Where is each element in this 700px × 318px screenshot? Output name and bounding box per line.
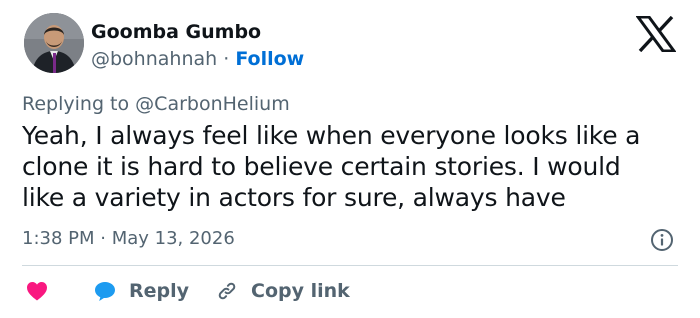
tweet-text: Yeah, I always feel like when everyone l… <box>22 120 682 213</box>
reply-button[interactable]: Reply <box>93 277 189 305</box>
avatar[interactable] <box>24 13 84 73</box>
follow-link[interactable]: Follow <box>235 48 304 70</box>
divider <box>22 265 678 266</box>
copy-link-label: Copy link <box>251 280 350 302</box>
copy-link-button[interactable]: Copy link <box>215 277 350 305</box>
timestamp[interactable]: 1:38 PM · May 13, 2026 <box>22 228 235 249</box>
heart-icon[interactable] <box>25 279 49 303</box>
author-name[interactable]: Goomba Gumbo <box>91 21 261 43</box>
reply-context-handle[interactable]: @CarbonHelium <box>135 93 290 115</box>
handle-row: @bohnahnah · Follow <box>91 48 304 70</box>
reply-label: Reply <box>129 280 190 302</box>
author-handle[interactable]: @bohnahnah <box>91 48 217 70</box>
avatar-image <box>24 13 84 73</box>
tweet-text-line: like a variety in actors for sure, alway… <box>22 183 566 212</box>
handle-separator: · <box>223 48 230 70</box>
reply-context-prefix: Replying to <box>22 93 130 115</box>
x-logo-icon[interactable] <box>636 16 676 52</box>
link-icon <box>218 282 236 300</box>
info-icon[interactable] <box>650 228 674 252</box>
tweet-text-line: Yeah, I always feel like when everyone l… <box>22 121 641 150</box>
reply-context: Replying to @CarbonHelium <box>22 93 290 115</box>
tweet-text-line: clone it is hard to believe certain stor… <box>22 152 621 181</box>
speech-bubble-icon <box>95 282 115 301</box>
embedded-tweet: Goomba Gumbo @bohnahnah · Follow Replyin… <box>0 0 700 318</box>
